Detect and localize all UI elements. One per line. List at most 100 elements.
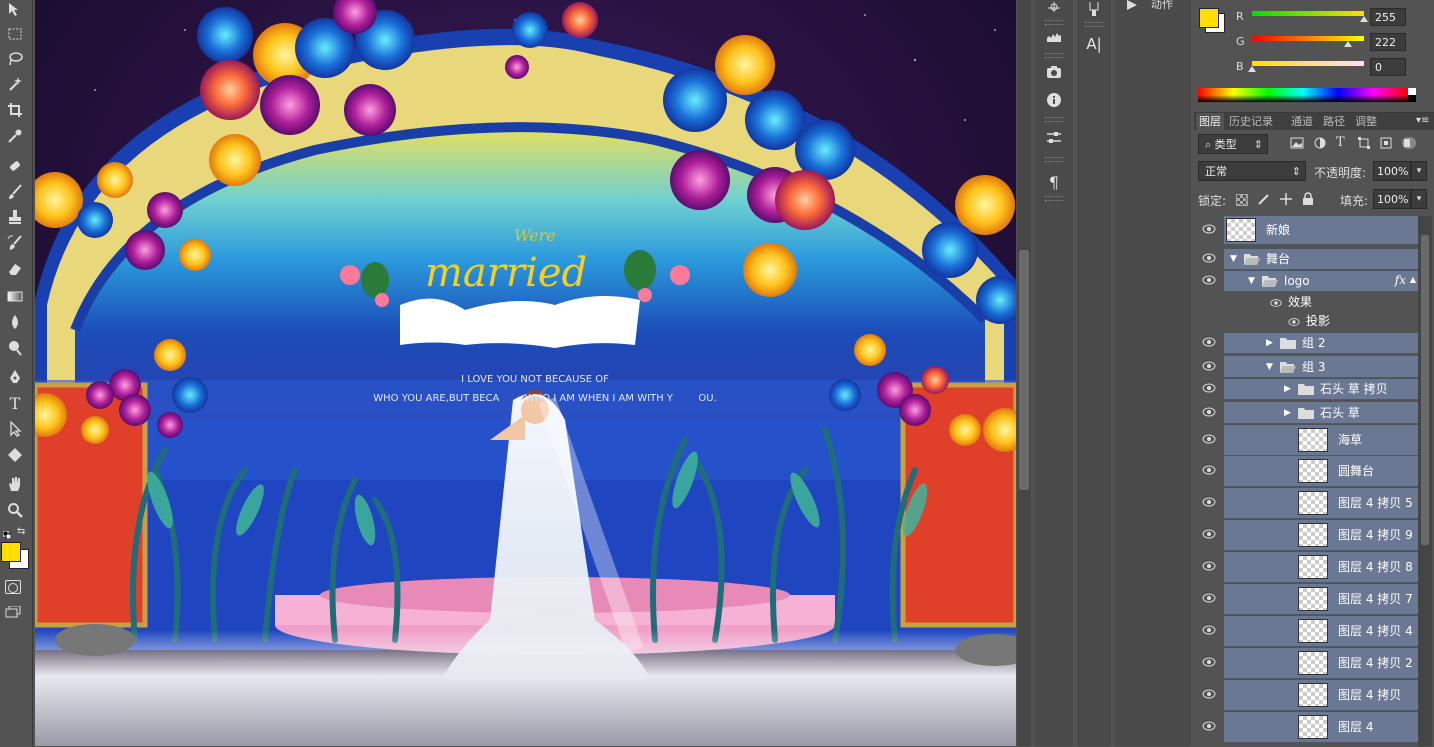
- character-icon[interactable]: A|: [1084, 34, 1104, 54]
- tab-adjustments[interactable]: 调整: [1352, 113, 1380, 130]
- layer-visibility-eye-icon[interactable]: [1202, 721, 1216, 731]
- layer-visibility-eye-icon[interactable]: [1202, 689, 1216, 699]
- histogram-icon[interactable]: [1044, 26, 1064, 46]
- foreground-color-swatch[interactable]: [1, 542, 21, 562]
- green-value-field[interactable]: 222: [1370, 33, 1406, 51]
- layer-row[interactable]: ▶ 组 2: [1224, 333, 1418, 354]
- pen-tool-icon[interactable]: [5, 367, 25, 387]
- red-slider-track[interactable]: [1252, 11, 1364, 16]
- layer-visibility-eye-icon[interactable]: [1202, 407, 1216, 417]
- layer-visibility-eye-icon[interactable]: [1202, 434, 1216, 444]
- layer-row[interactable]: ▶ 石头 草: [1224, 402, 1418, 424]
- history-brush-tool-icon[interactable]: [5, 233, 25, 253]
- lock-position-icon[interactable]: [1280, 193, 1292, 205]
- filter-adjustment-icon[interactable]: [1314, 137, 1326, 149]
- layer-visibility-eye-icon[interactable]: [1202, 625, 1216, 635]
- path-selection-tool-icon[interactable]: [5, 419, 25, 439]
- layer-visibility-eye-icon[interactable]: [1202, 593, 1216, 603]
- tab-channels[interactable]: 通道: [1288, 113, 1316, 130]
- tab-paths[interactable]: 路径: [1320, 113, 1348, 130]
- layer-row[interactable]: 图层 4 拷贝 5: [1224, 488, 1418, 519]
- dock-grip[interactable]: [1045, 53, 1063, 58]
- layer-row[interactable]: 圆舞台: [1224, 456, 1418, 487]
- filter-smart-object-icon[interactable]: [1380, 137, 1392, 149]
- filter-toggle-switch[interactable]: [1402, 137, 1416, 149]
- layer-row[interactable]: 图层 4 拷贝 7: [1224, 584, 1418, 615]
- layer-visibility-eye-icon[interactable]: [1202, 497, 1216, 507]
- type-tool-icon[interactable]: T: [5, 393, 25, 413]
- layer-effect-row[interactable]: 效果: [1224, 293, 1418, 311]
- blue-slider-track[interactable]: [1252, 61, 1364, 66]
- layer-visibility-eye-icon[interactable]: [1202, 224, 1216, 234]
- dock-grip[interactable]: [1045, 117, 1063, 122]
- layer-visibility-eye-icon[interactable]: [1202, 361, 1216, 371]
- blue-slider-handle[interactable]: [1248, 66, 1256, 72]
- dock-grip[interactable]: [1085, 22, 1103, 27]
- layer-effect-row[interactable]: 投影: [1224, 312, 1418, 330]
- red-value-field[interactable]: 255: [1370, 8, 1406, 26]
- zoom-tool-icon[interactable]: [5, 500, 25, 520]
- hand-tool-icon[interactable]: [5, 474, 25, 494]
- layer-row[interactable]: 图层 4 拷贝 4: [1224, 616, 1418, 647]
- layer-visibility-eye-icon[interactable]: [1202, 561, 1216, 571]
- layer-row[interactable]: 海草: [1224, 425, 1418, 456]
- spectrum-black-swatch[interactable]: [1408, 95, 1416, 102]
- swap-colors-icon[interactable]: ⇆: [17, 526, 29, 537]
- layer-row[interactable]: 图层 4 拷贝 8: [1224, 552, 1418, 583]
- quick-mask-icon[interactable]: [5, 580, 21, 594]
- opacity-value-field[interactable]: 100%: [1373, 161, 1411, 181]
- eraser-tool-icon[interactable]: [5, 259, 25, 279]
- magic-wand-tool-icon[interactable]: [5, 74, 25, 94]
- tab-layers[interactable]: 图层: [1196, 113, 1224, 130]
- brush-tool-icon[interactable]: [5, 182, 25, 202]
- layer-row[interactable]: ▼ 组 3: [1224, 356, 1418, 378]
- color-panel-fg-swatch[interactable]: [1199, 8, 1219, 28]
- green-slider-handle[interactable]: [1344, 41, 1352, 47]
- shape-tool-icon[interactable]: [5, 445, 25, 465]
- paragraph-icon[interactable]: ¶: [1044, 172, 1064, 192]
- layer-fx-badge[interactable]: fx: [1395, 273, 1406, 287]
- layer-visibility-eye-icon[interactable]: [1202, 275, 1216, 285]
- effect-visibility-eye-icon[interactable]: [1270, 297, 1282, 307]
- lighting-effects-icon[interactable]: [1044, 0, 1064, 20]
- layer-visibility-eye-icon[interactable]: [1202, 383, 1216, 393]
- layer-row[interactable]: 图层 4 拷贝 9: [1224, 520, 1418, 551]
- adjustments-icon[interactable]: [1044, 128, 1064, 148]
- camera-icon[interactable]: [1044, 62, 1064, 82]
- blend-mode-select[interactable]: 正常 ⇕: [1198, 161, 1306, 181]
- filter-type-icon[interactable]: T: [1336, 135, 1348, 150]
- canvas-scroll-thumb[interactable]: [1019, 250, 1029, 490]
- filter-kind-select[interactable]: ⌕ 类型 ⇕: [1198, 134, 1268, 154]
- info-icon[interactable]: [1044, 90, 1064, 110]
- layer-row[interactable]: ▶ 石头 草 拷贝: [1224, 379, 1418, 400]
- expand-down-icon[interactable]: ▼: [1230, 254, 1237, 264]
- fill-dropdown-icon[interactable]: ▾: [1411, 189, 1427, 209]
- expand-down-icon[interactable]: ▼: [1248, 276, 1255, 286]
- dock-grip[interactable]: [1045, 196, 1063, 201]
- opacity-dropdown-icon[interactable]: ▾: [1411, 161, 1427, 181]
- lock-pixels-icon[interactable]: [1258, 193, 1270, 205]
- layer-visibility-eye-icon[interactable]: [1202, 253, 1216, 263]
- marquee-tool-icon[interactable]: [5, 24, 25, 44]
- color-spectrum-bar[interactable]: [1198, 88, 1408, 102]
- filter-pixel-icon[interactable]: [1290, 137, 1304, 149]
- layer-row[interactable]: 图层 4: [1224, 712, 1418, 743]
- expand-right-icon[interactable]: ▶: [1284, 384, 1291, 394]
- lock-all-icon[interactable]: [1302, 192, 1314, 206]
- blur-tool-icon[interactable]: [5, 312, 25, 332]
- brush-presets-icon[interactable]: [1084, 0, 1104, 20]
- screen-mode-icon[interactable]: [5, 605, 21, 618]
- play-icon[interactable]: [1125, 0, 1139, 12]
- layer-row[interactable]: 新娘: [1224, 216, 1418, 245]
- dock-grip[interactable]: [1045, 20, 1063, 25]
- expand-down-icon[interactable]: ▼: [1266, 362, 1273, 372]
- layer-visibility-eye-icon[interactable]: [1202, 337, 1216, 347]
- filter-shape-icon[interactable]: [1358, 137, 1370, 149]
- effect-visibility-eye-icon[interactable]: [1288, 316, 1300, 326]
- gradient-tool-icon[interactable]: [5, 286, 25, 306]
- eyedropper-tool-icon[interactable]: [5, 126, 25, 146]
- layer-visibility-eye-icon[interactable]: [1202, 657, 1216, 667]
- layers-scroll-thumb[interactable]: [1421, 235, 1429, 545]
- lasso-tool-icon[interactable]: [5, 49, 25, 69]
- healing-brush-tool-icon[interactable]: [5, 156, 25, 176]
